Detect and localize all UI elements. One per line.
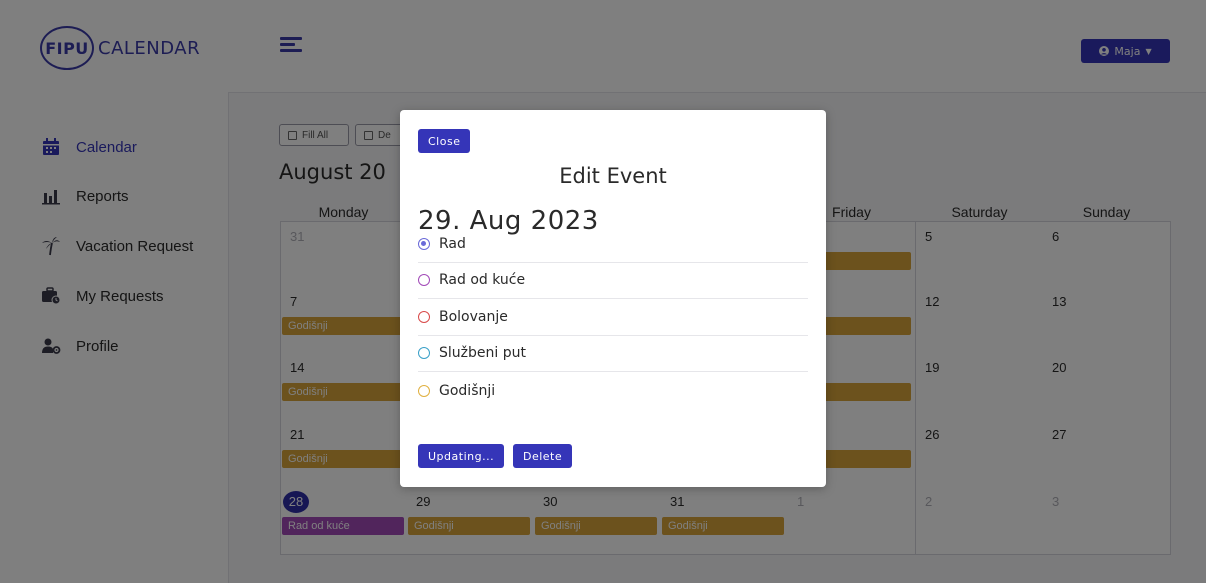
- delete-button[interactable]: Delete: [513, 444, 573, 468]
- event-type-label: Bolovanje: [439, 309, 508, 325]
- event-type-label: Rad od kuće: [439, 272, 526, 288]
- event-type-option[interactable]: Rad od kuće: [418, 262, 808, 299]
- radio-unchecked-icon[interactable]: [418, 384, 430, 397]
- event-type-option[interactable]: Službeni put: [418, 335, 808, 372]
- event-type-label: Rad: [439, 236, 466, 252]
- event-type-option[interactable]: Rad: [418, 226, 808, 263]
- event-type-label: Godišnji: [439, 382, 496, 399]
- modal-title: Edit Event: [559, 164, 667, 188]
- radio-checked-icon[interactable]: [418, 238, 430, 250]
- event-type-option[interactable]: Bolovanje: [418, 299, 808, 336]
- edit-event-modal: Close Edit Event 29. Aug 2023 Rad Rad od …: [400, 110, 826, 487]
- radio-unchecked-icon[interactable]: [418, 347, 430, 359]
- event-type-option[interactable]: Godišnji: [418, 372, 808, 409]
- update-button[interactable]: Updating...: [418, 444, 505, 468]
- radio-unchecked-icon[interactable]: [418, 311, 430, 323]
- radio-unchecked-icon[interactable]: [418, 274, 430, 286]
- event-type-label: Službeni put: [439, 345, 526, 361]
- close-button[interactable]: Close: [418, 129, 471, 153]
